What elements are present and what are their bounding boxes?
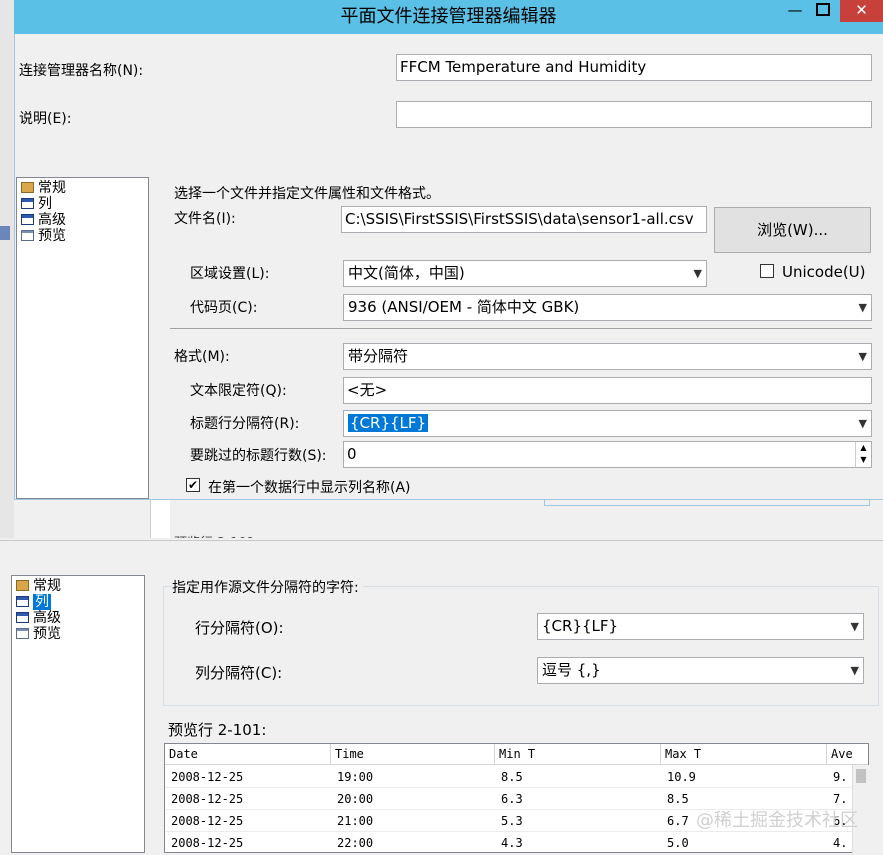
advanced-icon (21, 214, 34, 225)
format-select[interactable]: 带分隔符 ▼ (343, 343, 872, 370)
grid-cell: 9. (827, 766, 853, 788)
preview-icon (16, 628, 29, 639)
preview-icon (21, 230, 34, 241)
grid-cell: 2008-12-25 (165, 788, 331, 810)
stepper-arrows-icon[interactable]: ▲ ▼ (855, 442, 871, 467)
grid-cell: 19:00 (331, 766, 495, 788)
column-delimiter-label: 列分隔符(C): (195, 664, 283, 682)
nav-item-general[interactable]: 常规 (21, 180, 66, 196)
chevron-down-icon: ▼ (850, 664, 859, 677)
skip-header-rows-stepper[interactable]: 0 ▲ ▼ (343, 441, 872, 468)
grid-cell: 22:00 (331, 832, 495, 852)
file-name-label: 文件名(I): (174, 211, 236, 227)
advanced-icon (16, 612, 29, 623)
nav-item-preview[interactable]: 预览 (21, 228, 66, 244)
maximize-button[interactable] (806, 0, 840, 22)
codepage-select[interactable]: 936 (ANSI/OEM - 简体中文 GBK) ▼ (343, 294, 872, 321)
grid-cell: 4.3 (495, 832, 661, 852)
header-row-delimiter-select[interactable]: {CR}{LF} ▼ (343, 410, 872, 437)
first-row-column-names-label: 在第一个数据行中显示列名称(A) (208, 480, 411, 496)
watermark: @稀土掘金技术社区 (696, 810, 858, 831)
window-title: 平面文件连接管理器编辑器 (340, 6, 557, 27)
grid-cell: 2008-12-25 (165, 810, 331, 832)
description-input[interactable] (396, 101, 872, 128)
grid-header-max-t[interactable]: Max T (661, 744, 827, 765)
row-delimiter-label: 行分隔符(O): (195, 619, 284, 637)
grid-cell: 20:00 (331, 788, 495, 810)
locale-label: 区域设置(L): (190, 266, 270, 282)
grid-cell: 5.0 (661, 832, 827, 852)
flat-file-editor-dialog: 平面文件连接管理器编辑器 — ✕ 连接管理器名称(N): FFCM Temper… (0, 0, 883, 538)
grid-cell: 2008-12-25 (165, 832, 331, 852)
chevron-down-icon: ▼ (850, 620, 859, 633)
unicode-label: Unicode(U) (782, 263, 866, 281)
maximize-icon (816, 3, 830, 16)
header-row-delimiter-label: 标题行分隔符(R): (190, 416, 300, 432)
nav-item-columns[interactable]: 列 (21, 196, 52, 212)
general-icon (21, 182, 34, 193)
grid-header-min-t[interactable]: Min T (495, 744, 661, 765)
grid-cell: 4. (827, 832, 853, 852)
grid-header-date[interactable]: Date (165, 744, 331, 765)
first-row-column-names-checkbox[interactable]: ✔ (186, 478, 200, 492)
chevron-down-icon: ▼ (858, 417, 867, 430)
chevron-down-icon: ▼ (858, 301, 867, 314)
nav-tree-columns: 常规 列 高级 预览 (11, 575, 145, 853)
format-label: 格式(M): (174, 349, 230, 365)
grid-header-time[interactable]: Time (331, 744, 495, 765)
close-button[interactable]: ✕ (840, 0, 883, 22)
connection-name-input[interactable]: FFCM Temperature and Humidity (396, 54, 872, 81)
grid-cell: 10.9 (661, 766, 827, 788)
general-instruction: 选择一个文件并指定文件属性和文件格式。 (174, 186, 440, 202)
nav-item-columns[interactable]: 列 (16, 594, 51, 610)
background-window-icon (0, 226, 10, 240)
delimiter-group-title: 指定用作源文件分隔符的字符: (172, 577, 363, 597)
preview-grid[interactable]: Date Time Min T Max T Ave 2008-12-25 19:… (164, 743, 869, 853)
columns-icon (16, 596, 29, 607)
row-delimiter-select[interactable]: {CR}{LF} ▼ (537, 613, 864, 640)
title-bar[interactable]: 平面文件连接管理器编辑器 (14, 0, 883, 34)
unicode-checkbox[interactable] (760, 264, 774, 278)
chevron-down-icon: ▼ (858, 350, 867, 363)
grid-cell: 21:00 (331, 810, 495, 832)
nav-item-general[interactable]: 常规 (16, 578, 61, 594)
general-icon (16, 580, 29, 591)
nav-item-advanced[interactable]: 高级 (21, 212, 66, 228)
grid-cell: 2008-12-25 (165, 766, 331, 788)
scrollbar-thumb-icon[interactable] (856, 769, 866, 783)
connection-name-label: 连接管理器名称(N): (19, 63, 144, 79)
background-preview-label: 预览行 2-101: (174, 532, 259, 538)
background-window-fragment (150, 500, 170, 538)
chevron-down-icon: ▼ (693, 267, 702, 280)
nav-item-preview[interactable]: 预览 (16, 626, 61, 642)
text-qualifier-input[interactable]: <无> (343, 377, 872, 404)
grid-cell: 5.3 (495, 810, 661, 832)
grid-cell: 6.3 (495, 788, 661, 810)
grid-cell: 8.5 (495, 766, 661, 788)
preview-rows-label: 预览行 2-101: (168, 721, 267, 739)
browse-button[interactable]: 浏览(W)... (714, 207, 871, 253)
locale-select[interactable]: 中文(简体，中国) ▼ (343, 260, 707, 287)
nav-item-advanced[interactable]: 高级 (16, 610, 61, 626)
skip-header-rows-label: 要跳过的标题行数(S): (190, 448, 327, 464)
codepage-label: 代码页(C): (190, 300, 258, 316)
nav-tree: 常规 列 高级 预览 (16, 177, 149, 499)
background-window-edge (0, 0, 14, 538)
delimiter-group (163, 586, 879, 706)
text-qualifier-label: 文本限定符(Q): (190, 383, 287, 399)
background-window-fragment (544, 500, 870, 506)
grid-header-ave[interactable]: Ave (827, 744, 868, 765)
divider (170, 328, 872, 329)
description-label: 说明(E): (19, 111, 72, 127)
file-name-input[interactable]: C:\SSIS\FirstSSIS\FirstSSIS\data\sensor1… (341, 206, 707, 233)
columns-icon (21, 198, 34, 209)
column-delimiter-select[interactable]: 逗号 {,} ▼ (537, 657, 864, 684)
